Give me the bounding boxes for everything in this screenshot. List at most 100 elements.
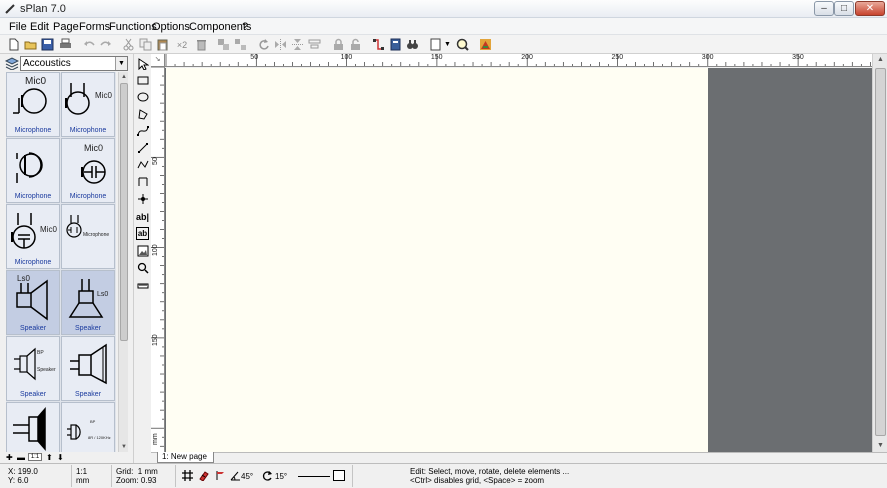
- snap-icon[interactable]: [214, 469, 226, 481]
- line-icon[interactable]: [136, 141, 149, 154]
- lock-icon[interactable]: [331, 37, 346, 52]
- component-microphone-3[interactable]: Microphone: [6, 138, 60, 203]
- ellipse-icon[interactable]: [136, 90, 149, 103]
- library-icon[interactable]: [388, 37, 403, 52]
- ungroup-icon[interactable]: [233, 37, 248, 52]
- arrow-down-icon[interactable]: ⬇: [57, 453, 64, 462]
- ruler-icon[interactable]: [136, 279, 149, 292]
- rectangle-icon[interactable]: [136, 73, 149, 86]
- line-width-sample[interactable]: [298, 476, 330, 477]
- menu-help[interactable]: ?: [242, 21, 248, 33]
- zoom-icon[interactable]: [455, 37, 470, 52]
- rotate-angle-icon[interactable]: [261, 469, 273, 481]
- scroll-down-icon[interactable]: ▼: [120, 443, 128, 451]
- component-speaker-2[interactable]: Ls0 Speaker: [61, 270, 115, 335]
- canvas-vertical-scrollbar[interactable]: ▲ ▼: [872, 54, 887, 452]
- tab-page-1[interactable]: 1: New page: [157, 452, 214, 463]
- mirror-horizontal-icon[interactable]: [273, 37, 288, 52]
- menu-page[interactable]: Page: [53, 21, 79, 33]
- dimension-icon[interactable]: [136, 175, 149, 188]
- scroll-up-icon[interactable]: ▲: [875, 55, 886, 65]
- dropdown-icon[interactable]: ▼: [443, 37, 452, 52]
- copy-icon[interactable]: [138, 37, 153, 52]
- grid-icon[interactable]: [181, 469, 193, 481]
- component-speaker-4[interactable]: Speaker: [61, 336, 115, 401]
- component-buzzer[interactable]: BP 8R / 120KHz: [61, 402, 115, 452]
- component-microphone-5[interactable]: Mic0 Microphone: [6, 204, 60, 269]
- component-microphone-1[interactable]: Mic0 Microphone: [6, 72, 60, 137]
- text-icon[interactable]: ab|: [136, 210, 149, 223]
- rotate-icon[interactable]: [256, 37, 271, 52]
- pointer-icon[interactable]: [136, 57, 149, 70]
- component-microphone-2[interactable]: Mic0 Microphone: [61, 72, 115, 137]
- arrow-up-icon[interactable]: ⬆: [46, 453, 53, 462]
- status-bar: X: 199.0 Y: 6.0 1:1 mm Grid: 1 mm Zoom: …: [0, 463, 887, 488]
- undo-icon[interactable]: [82, 37, 97, 52]
- angle-step-1[interactable]: 45°: [241, 472, 253, 481]
- horizontal-ruler[interactable]: 50 100 150 200 250 300 350: [165, 54, 872, 67]
- library-scroll-thumb[interactable]: [120, 83, 128, 341]
- color-icon[interactable]: [478, 37, 493, 52]
- component-speaker-5[interactable]: [6, 402, 60, 452]
- component-speaker-3[interactable]: BP Speaker Speaker: [6, 336, 60, 401]
- menu-file[interactable]: File: [9, 21, 27, 33]
- close-button[interactable]: ✕: [855, 1, 885, 16]
- fill-color-swatch[interactable]: [333, 470, 345, 481]
- minimize-button[interactable]: –: [814, 1, 834, 16]
- component-microphone-6[interactable]: Microphone: [61, 204, 115, 269]
- paste-icon[interactable]: [155, 37, 170, 52]
- status-message: Edit: Select, move, rotate, delete eleme…: [406, 465, 887, 487]
- canvas-scroll-thumb[interactable]: [875, 68, 886, 436]
- open-folder-icon[interactable]: [23, 37, 38, 52]
- save-icon[interactable]: [40, 37, 55, 52]
- zoom-icon[interactable]: [136, 261, 149, 274]
- menu-forms[interactable]: Forms: [79, 21, 110, 33]
- library-category-select[interactable]: Accoustics ▼: [20, 56, 128, 71]
- maximize-button[interactable]: □: [834, 1, 854, 16]
- group-icon[interactable]: [216, 37, 231, 52]
- angle-step-2[interactable]: 15°: [275, 472, 287, 481]
- component-speaker-1[interactable]: Ls0 Speaker: [6, 270, 60, 335]
- page-format-icon[interactable]: [428, 37, 443, 52]
- microphone-symbol-icon: [66, 215, 82, 238]
- drawing-page[interactable]: [166, 68, 708, 452]
- vertical-ruler[interactable]: 50 100 150 mm: [151, 67, 165, 452]
- angle-icon[interactable]: [229, 469, 241, 481]
- component-side-text: BP: [37, 350, 44, 356]
- zoom-label: Zoom:: [116, 476, 139, 485]
- new-file-icon[interactable]: [6, 37, 21, 52]
- chevron-down-icon[interactable]: ▼: [115, 57, 127, 70]
- drawing-canvas-area[interactable]: [165, 68, 872, 452]
- scroll-down-icon[interactable]: ▼: [875, 441, 886, 451]
- polygon-icon[interactable]: [136, 107, 149, 120]
- cut-icon[interactable]: [121, 37, 136, 52]
- menu-options[interactable]: Options: [152, 21, 190, 33]
- scroll-up-icon[interactable]: ▲: [120, 73, 128, 81]
- zoom-out-icon[interactable]: ▬: [17, 453, 25, 462]
- connect-icon[interactable]: [371, 37, 386, 52]
- duplicate-icon[interactable]: ×2: [172, 37, 192, 52]
- library-zoom-level[interactable]: 1:1: [28, 453, 42, 461]
- status-divider: [352, 465, 353, 487]
- component-grid: Mic0 Microphone Mic0 Microphone Micropho…: [6, 72, 116, 452]
- align-icon[interactable]: [307, 37, 322, 52]
- search-icon[interactable]: [405, 37, 420, 52]
- menu-functions[interactable]: Functions: [109, 21, 157, 33]
- polyline-icon[interactable]: [136, 158, 149, 171]
- textbox-icon[interactable]: ab: [136, 227, 149, 240]
- menu-edit[interactable]: Edit: [30, 21, 49, 33]
- magnet-icon[interactable]: [197, 469, 209, 481]
- bezier-icon[interactable]: [136, 124, 149, 137]
- delete-icon[interactable]: [194, 37, 209, 52]
- status-message-line-2: <Ctrl> disables grid, <Space> = zoom: [410, 476, 545, 485]
- redo-icon[interactable]: [98, 37, 113, 52]
- component-microphone-4[interactable]: Mic0 Microphone: [61, 138, 115, 203]
- mirror-vertical-icon[interactable]: [290, 37, 305, 52]
- print-icon[interactable]: [58, 37, 73, 52]
- image-icon[interactable]: [136, 244, 149, 257]
- unlock-icon[interactable]: [348, 37, 363, 52]
- library-scrollbar[interactable]: ▲ ▼: [118, 72, 128, 452]
- zoom-in-icon[interactable]: ✚: [6, 453, 13, 462]
- junction-icon[interactable]: [136, 192, 149, 205]
- component-title: Ls0: [17, 274, 30, 283]
